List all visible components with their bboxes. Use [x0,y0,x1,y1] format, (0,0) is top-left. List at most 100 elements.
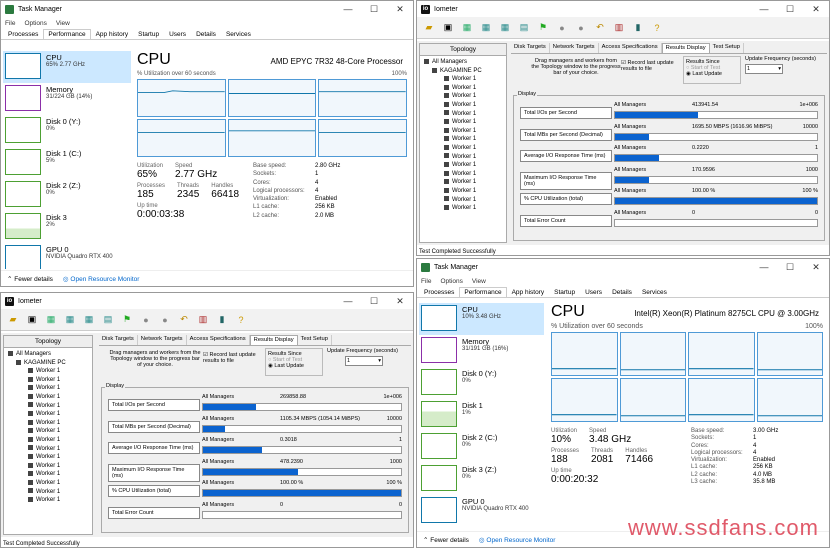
open-resource-monitor-link[interactable]: ◎ Open Resource Monitor [479,536,556,544]
result-metric-button[interactable]: Maximum I/O Response Time (ms) [520,171,612,190]
result-metric-button[interactable]: Average I/O Response Time (ms) [520,150,612,162]
tree-worker[interactable]: Worker 1 [424,178,502,187]
copy-worker-icon[interactable]: ▤ [100,312,116,328]
result-metric-button[interactable]: Total Error Count [520,214,612,227]
tree-all-managers[interactable]: All Managers [8,350,88,359]
tree-worker[interactable]: Worker 1 [8,453,88,462]
sidebar-item-disk2[interactable]: Disk 2 (Z:) 0% [3,179,131,211]
tree-worker[interactable]: Worker 1 [8,419,88,428]
exit-icon[interactable]: ▮ [214,312,230,328]
tab-users[interactable]: Users [580,287,607,297]
tree-worker[interactable]: Worker 1 [424,75,502,84]
record-checkbox[interactable]: ☑ Record last update results to file [621,60,683,72]
tab-details[interactable]: Details [191,29,221,39]
tab-details[interactable]: Details [607,287,637,297]
tree-worker[interactable]: Worker 1 [424,92,502,101]
tree-worker[interactable]: Worker 1 [424,101,502,110]
tab-startup[interactable]: Startup [133,29,164,39]
disk-worker-icon[interactable]: ▦ [478,20,494,36]
new-manager-icon[interactable]: ▥ [195,312,211,328]
exit-icon[interactable]: ▮ [630,20,646,36]
open-icon[interactable]: ▰ [421,20,437,36]
tab-results-display[interactable]: Results Display [661,43,710,53]
result-metric-button[interactable]: % CPU Utilization (total) [108,485,200,497]
radio-last-update[interactable]: ◉ Last Update [268,363,320,369]
tab-services[interactable]: Services [221,29,256,39]
open-resource-monitor-link[interactable]: ◎ Open Resource Monitor [63,275,140,283]
tree-worker[interactable]: Worker 1 [424,135,502,144]
tree-worker[interactable]: Worker 1 [8,367,88,376]
tab-app-history[interactable]: App history [91,29,134,39]
close-button[interactable]: ✕ [803,262,829,273]
tab-processes[interactable]: Processes [3,29,43,39]
reset-icon[interactable]: ↶ [592,20,608,36]
manager-icon[interactable]: ▦ [43,312,59,328]
update-frequency-select[interactable]: 1 ▾ [745,64,783,74]
sidebar-item-memory[interactable]: Memory 31/191 GB (16%) [419,335,544,367]
tree-worker[interactable]: Worker 1 [8,384,88,393]
tree-worker[interactable]: Worker 1 [8,470,88,479]
network-worker-icon[interactable]: ▦ [81,312,97,328]
result-metric-button[interactable]: Maximum I/O Response Time (ms) [108,463,200,482]
new-manager-icon[interactable]: ▥ [611,20,627,36]
result-metric-button[interactable]: Total I/Os per Second [108,399,200,411]
sidebar-item-disk0[interactable]: Disk 0 (Y:) 0% [3,115,131,147]
record-checkbox[interactable]: ☑ Record last update results to file [203,352,265,364]
maximize-button[interactable]: ☐ [777,4,803,15]
save-icon[interactable]: ▣ [440,20,456,36]
minimize-button[interactable]: — [751,262,777,273]
tree-worker[interactable]: Worker 1 [424,170,502,179]
sidebar-item-disk1[interactable]: Disk 1 1% [419,399,544,431]
tab-access-specifications[interactable]: Access Specifications [599,43,662,53]
result-metric-button[interactable]: Total MBs per Second (Decimal) [108,420,200,433]
result-metric-button[interactable]: Total Error Count [108,506,200,519]
result-metric-button[interactable]: Average I/O Response Time (ms) [108,442,200,454]
tree-worker[interactable]: Worker 1 [8,376,88,385]
copy-worker-icon[interactable]: ▤ [516,20,532,36]
sidebar-item-disk0[interactable]: Disk 0 (Y:) 0% [419,367,544,399]
stop-icon[interactable]: ● [138,312,154,328]
help-icon[interactable]: ? [649,20,665,36]
tree-manager[interactable]: KAGAMINE PC [8,359,88,368]
tab-performance[interactable]: Performance [459,287,507,297]
minimize-button[interactable]: — [335,4,361,15]
sidebar-item-gpu0[interactable]: GPU 0 NVIDIA Quadro RTX 400 [3,243,131,269]
tree-worker[interactable]: Worker 1 [8,402,88,411]
close-button[interactable]: ✕ [387,4,413,15]
maximize-button[interactable]: ☐ [361,296,387,307]
update-frequency-select[interactable]: 1 ▾ [345,356,383,366]
close-button[interactable]: ✕ [803,4,829,15]
tab-network-targets[interactable]: Network Targets [550,43,599,53]
tab-results-display[interactable]: Results Display [249,335,298,345]
start-flag-icon[interactable]: ⚑ [119,312,135,328]
sidebar-item-disk3[interactable]: Disk 3 2% [3,211,131,243]
sidebar-item-cpu[interactable]: CPU 65% 2.77 GHz [3,51,131,83]
tree-worker[interactable]: Worker 1 [8,488,88,497]
minimize-button[interactable]: — [335,296,361,307]
tree-worker[interactable]: Worker 1 [424,196,502,205]
tab-services[interactable]: Services [637,287,672,297]
stop-all-icon[interactable]: ● [573,20,589,36]
menu-view[interactable]: View [472,278,486,285]
tree-worker[interactable]: Worker 1 [424,84,502,93]
tree-worker[interactable]: Worker 1 [424,110,502,119]
menu-view[interactable]: View [56,20,70,27]
sidebar-item-memory[interactable]: Memory 31/224 GB (14%) [3,83,131,115]
tab-access-specifications[interactable]: Access Specifications [187,335,250,345]
tab-test-setup[interactable]: Test Setup [298,335,332,345]
tree-worker[interactable]: Worker 1 [8,479,88,488]
tab-startup[interactable]: Startup [549,287,580,297]
sidebar-item-cpu[interactable]: CPU 10% 3.48 GHz [419,303,544,335]
tab-users[interactable]: Users [164,29,191,39]
tab-processes[interactable]: Processes [419,287,459,297]
fewer-details-button[interactable]: ⌃ Fewer details [7,275,53,283]
tree-manager[interactable]: KAGAMINE PC [424,67,502,76]
tab-disk-targets[interactable]: Disk Targets [511,43,550,53]
tree-worker[interactable]: Worker 1 [8,427,88,436]
start-flag-icon[interactable]: ⚑ [535,20,551,36]
save-icon[interactable]: ▣ [24,312,40,328]
help-icon[interactable]: ? [233,312,249,328]
tab-performance[interactable]: Performance [43,29,91,39]
tab-disk-targets[interactable]: Disk Targets [99,335,138,345]
result-metric-button[interactable]: Total MBs per Second (Decimal) [520,128,612,141]
